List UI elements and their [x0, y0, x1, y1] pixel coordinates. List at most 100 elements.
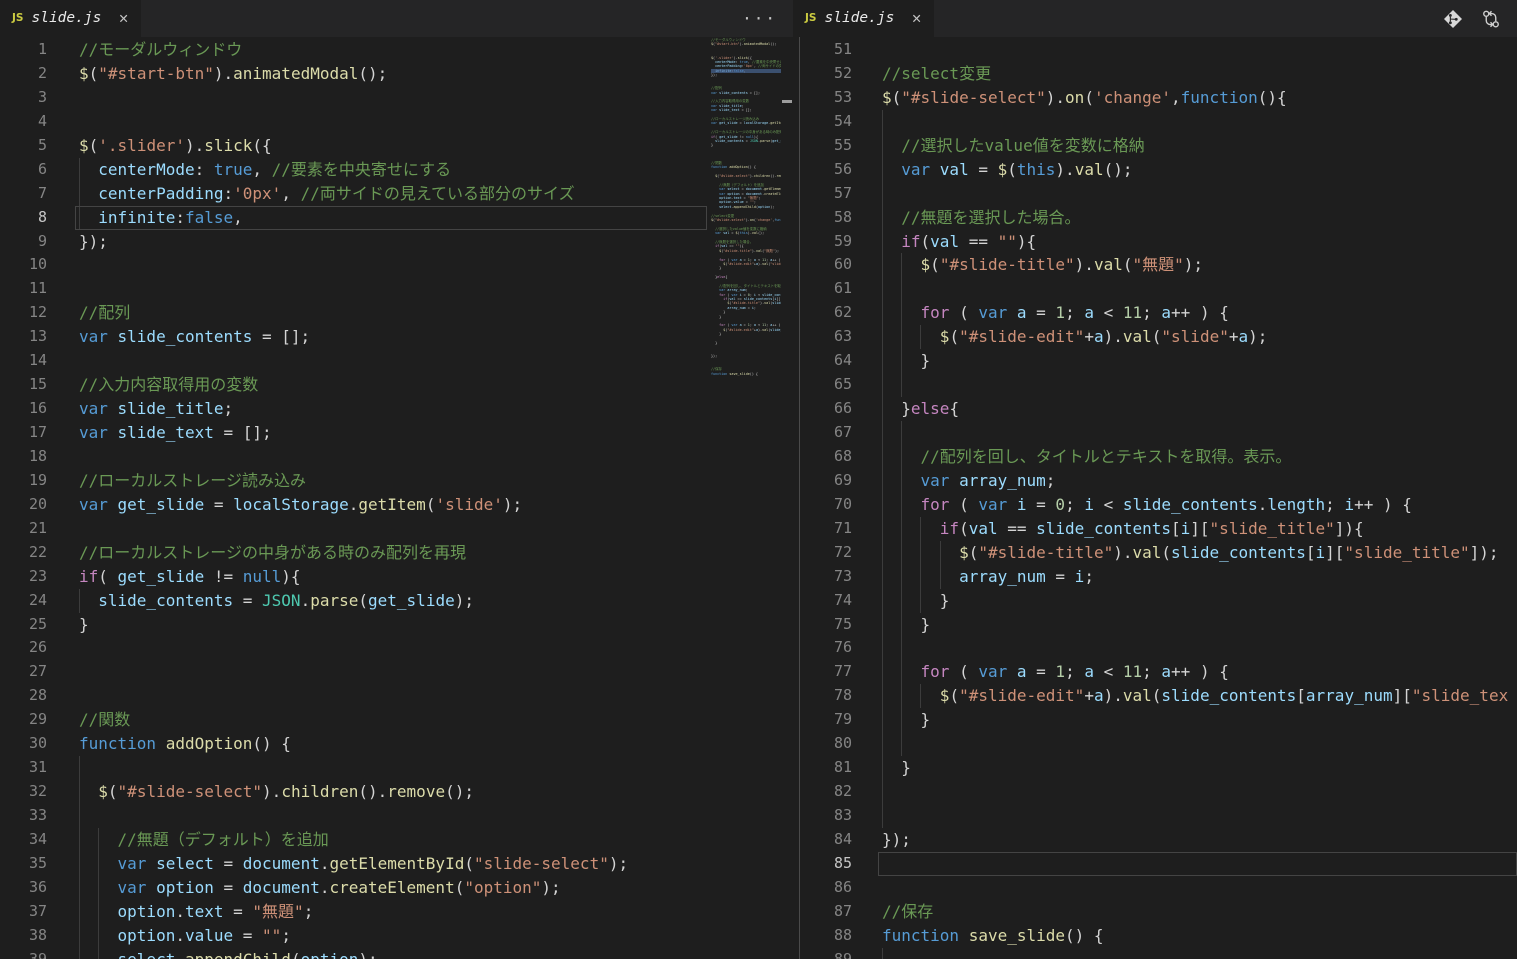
line-number[interactable]: 83 [793, 804, 852, 828]
line-number[interactable]: 32 [0, 780, 47, 804]
code-line[interactable]: 78 $("#slide-edit"+a).val(slide_contents… [793, 684, 1517, 708]
code-line[interactable]: 87//保存 [793, 900, 1517, 924]
line-number[interactable]: 21 [0, 517, 47, 541]
line-number[interactable]: 15 [0, 373, 47, 397]
code-line[interactable]: 10 [0, 253, 793, 277]
line-number[interactable]: 68 [793, 445, 852, 469]
line-number[interactable]: 88 [793, 924, 852, 948]
line-number[interactable]: 74 [793, 589, 852, 613]
code-line[interactable]: 65 [793, 373, 1517, 397]
line-number[interactable]: 79 [793, 708, 852, 732]
code-line[interactable]: 7 centerPadding:'0px', //両サイドの見えている部分のサイ… [0, 182, 793, 206]
code-line[interactable]: 88function save_slide() { [793, 924, 1517, 948]
line-number[interactable]: 18 [0, 445, 47, 469]
line-number[interactable]: 8 [0, 206, 47, 230]
line-number[interactable]: 6 [0, 158, 47, 182]
code-line[interactable]: 85 [793, 852, 1517, 876]
close-icon[interactable]: ✕ [911, 7, 921, 31]
line-number[interactable]: 29 [0, 708, 47, 732]
minimap[interactable]: //モーダルウィンドウ$("#start-btn").animatedModal… [711, 38, 781, 959]
code-line[interactable]: 12//配列 [0, 301, 793, 325]
code-line[interactable]: 55 //選択したvalue値を変数に格納 [793, 134, 1517, 158]
code-line[interactable]: 8 infinite:false, [0, 206, 793, 230]
code-line[interactable]: 51 [793, 38, 1517, 62]
line-number[interactable]: 72 [793, 541, 852, 565]
code-line[interactable]: 37 option.text = "無題"; [0, 900, 793, 924]
line-number[interactable]: 2 [0, 62, 47, 86]
code-line[interactable]: 79 } [793, 708, 1517, 732]
line-number[interactable]: 11 [0, 277, 47, 301]
line-number[interactable]: 33 [0, 804, 47, 828]
code-line[interactable]: 14 [0, 349, 793, 373]
line-number[interactable]: 65 [793, 373, 852, 397]
line-number[interactable]: 61 [793, 277, 852, 301]
line-number[interactable]: 24 [0, 589, 47, 613]
code-line[interactable]: 56 var val = $(this).val(); [793, 158, 1517, 182]
line-number[interactable]: 85 [793, 852, 852, 876]
line-number[interactable]: 75 [793, 613, 852, 637]
line-number[interactable]: 89 [793, 948, 852, 959]
line-number[interactable]: 58 [793, 206, 852, 230]
line-number[interactable]: 73 [793, 565, 852, 589]
line-number[interactable]: 66 [793, 397, 852, 421]
code-line[interactable]: 5$('.slider').slick({ [0, 134, 793, 158]
line-number[interactable]: 9 [0, 230, 47, 254]
code-line[interactable]: 17var slide_text = []; [0, 421, 793, 445]
code-line[interactable]: 18 [0, 445, 793, 469]
close-icon[interactable]: ✕ [118, 7, 128, 31]
line-number[interactable]: 76 [793, 636, 852, 660]
code-line[interactable]: 34 //無題（デフォルト）を追加 [0, 828, 793, 852]
line-number[interactable]: 36 [0, 876, 47, 900]
line-number[interactable]: 69 [793, 469, 852, 493]
code-line[interactable]: 21 [0, 517, 793, 541]
code-line[interactable]: 81 } [793, 756, 1517, 780]
code-line[interactable]: 19//ローカルストレージ読み込み [0, 469, 793, 493]
line-number[interactable]: 67 [793, 421, 852, 445]
code-line[interactable]: 27 [0, 660, 793, 684]
line-number[interactable]: 13 [0, 325, 47, 349]
line-number[interactable]: 54 [793, 110, 852, 134]
line-number[interactable]: 26 [0, 636, 47, 660]
code-line[interactable]: 82 [793, 780, 1517, 804]
code-line[interactable]: 16var slide_title; [0, 397, 793, 421]
code-line[interactable]: 20var get_slide = localStorage.getItem('… [0, 493, 793, 517]
code-line[interactable]: 4 [0, 110, 793, 134]
line-number[interactable]: 52 [793, 62, 852, 86]
code-line[interactable]: 66 }else{ [793, 397, 1517, 421]
code-line[interactable]: 29//関数 [0, 708, 793, 732]
line-number[interactable]: 17 [0, 421, 47, 445]
line-number[interactable]: 19 [0, 469, 47, 493]
code-line[interactable]: 52//select変更 [793, 62, 1517, 86]
line-number[interactable]: 1 [0, 38, 47, 62]
code-line[interactable]: 59 if(val == ""){ [793, 230, 1517, 254]
code-line[interactable]: 57 [793, 182, 1517, 206]
line-number[interactable]: 64 [793, 349, 852, 373]
code-line[interactable]: 32 $("#slide-select").children().remove(… [0, 780, 793, 804]
code-line[interactable]: 25} [0, 613, 793, 637]
line-number[interactable]: 7 [0, 182, 47, 206]
code-line[interactable]: 9}); [0, 230, 793, 254]
line-number[interactable]: 59 [793, 230, 852, 254]
line-number[interactable]: 87 [793, 900, 852, 924]
code-line[interactable]: 73 array_num = i; [793, 565, 1517, 589]
code-line[interactable]: 13var slide_contents = []; [0, 325, 793, 349]
code-line[interactable]: 22//ローカルストレージの中身がある時のみ配列を再現 [0, 541, 793, 565]
code-line[interactable]: 77 for ( var a = 1; a < 11; a++ ) { [793, 660, 1517, 684]
code-line[interactable]: 26 [0, 636, 793, 660]
code-line[interactable]: 33 [0, 804, 793, 828]
code-line[interactable]: 89 [793, 948, 1517, 959]
line-number[interactable]: 12 [0, 301, 47, 325]
code-line[interactable]: 63 $("#slide-edit"+a).val("slide"+a); [793, 325, 1517, 349]
code-line[interactable]: 62 for ( var a = 1; a < 11; a++ ) { [793, 301, 1517, 325]
code-line[interactable]: 60 $("#slide-title").val("無題"); [793, 253, 1517, 277]
code-line[interactable]: 24 slide_contents = JSON.parse(get_slide… [0, 589, 793, 613]
line-number[interactable]: 62 [793, 301, 852, 325]
line-number[interactable]: 3 [0, 86, 47, 110]
line-number[interactable]: 27 [0, 660, 47, 684]
line-number[interactable]: 53 [793, 86, 852, 110]
more-actions-icon[interactable]: ··· [742, 7, 777, 31]
code-line[interactable]: 23if( get_slide != null){ [0, 565, 793, 589]
line-number[interactable]: 60 [793, 253, 852, 277]
code-line[interactable]: 61 [793, 277, 1517, 301]
code-line[interactable]: 86 [793, 876, 1517, 900]
